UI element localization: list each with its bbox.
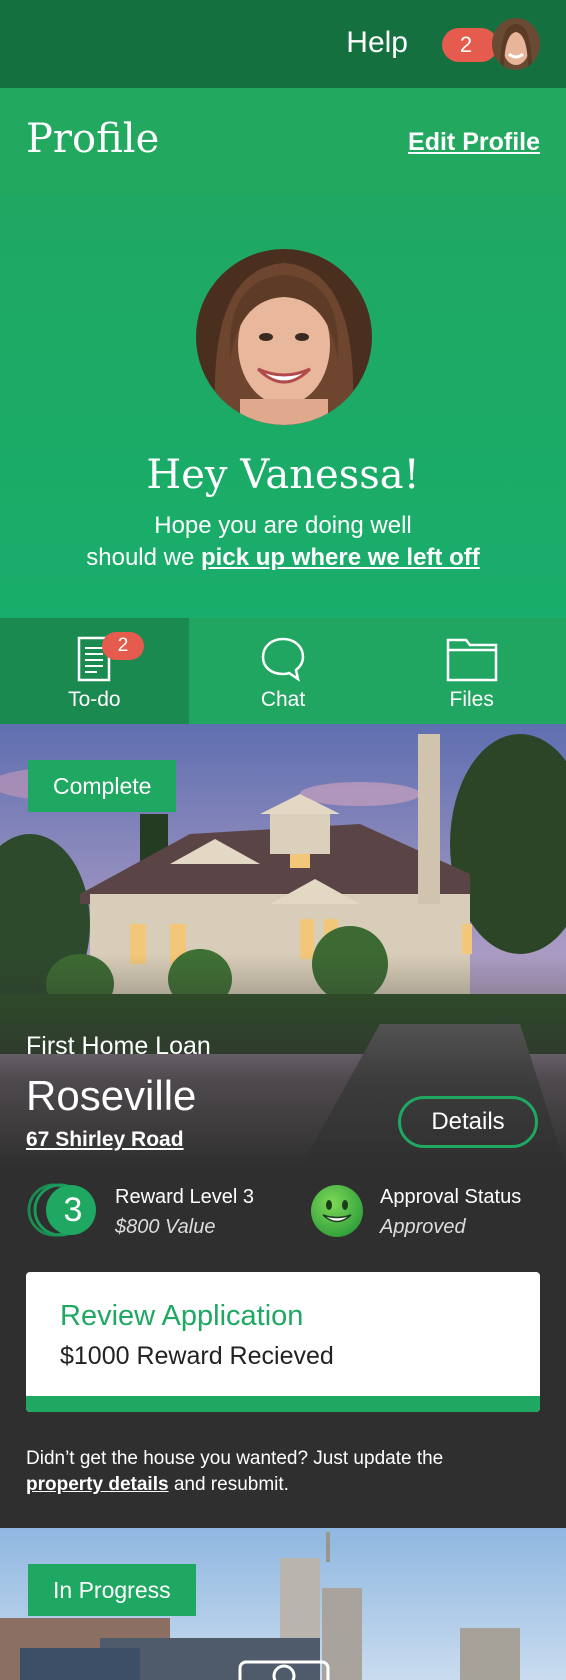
greeting-heading: Hey Vanessa! (146, 452, 420, 498)
reward-level-title: Reward Level 3 (115, 1186, 254, 1208)
property-details-link[interactable]: property details (26, 1474, 169, 1495)
status-badge-2: In Progress (28, 1564, 196, 1616)
application-card: Complete First Home Loan Roseville 67 Sh… (0, 724, 566, 1528)
reward-value: $800 Value (115, 1216, 216, 1238)
tab-chat[interactable]: Chat (189, 618, 378, 724)
details-button[interactable]: Details (398, 1096, 538, 1148)
approval-status-title: Approval Status (380, 1186, 522, 1208)
resubmit-note: Didn’t get the house you wanted? Just up… (26, 1446, 546, 1498)
greeting-line-2: should we pick up where we left off (0, 542, 566, 574)
notification-badge[interactable]: 2 (442, 28, 498, 62)
tab-chat-label: Chat (260, 688, 306, 711)
help-link[interactable]: Help (346, 26, 408, 60)
property-address-link[interactable]: 67 Shirley Road (26, 1128, 184, 1152)
tab-todo-label: To-do (68, 688, 121, 711)
loan-type: First Home Loan (26, 1032, 211, 1060)
application-card-2[interactable]: In Progress (0, 1528, 566, 1680)
folder-icon (446, 636, 498, 687)
tab-bar: 2 To-do Chat Files (0, 618, 566, 724)
profile-hero: Hey Vanessa! Hope you are doing well sho… (0, 194, 566, 618)
property-suburb: Roseville (26, 1072, 197, 1119)
tab-todo[interactable]: 2 To-do (0, 618, 189, 724)
approval-status-value: Approved (380, 1216, 466, 1238)
status-badge: Complete (28, 760, 177, 812)
chat-bubble-icon (260, 636, 306, 687)
greeting-line-2-prefix: should we (86, 544, 202, 571)
edit-profile-link[interactable]: Edit Profile (408, 128, 540, 157)
smiley-icon (310, 1184, 364, 1238)
reward-level-number: 3 (63, 1191, 83, 1229)
todo-count-badge: 2 (102, 632, 144, 660)
profile-header: Profile Edit Profile (0, 88, 566, 194)
top-bar: Help 2 (0, 0, 566, 88)
tab-files-label: Files (449, 688, 494, 711)
review-application-card[interactable]: Review Application $1000 Reward Recieved (26, 1272, 540, 1412)
review-progress-bar (26, 1396, 540, 1412)
review-subtitle: $1000 Reward Recieved (60, 1342, 334, 1370)
user-avatar[interactable] (492, 18, 540, 70)
note-suffix: and resubmit. (168, 1474, 289, 1495)
profile-photo[interactable] (196, 249, 372, 425)
page-title: Profile (26, 116, 160, 162)
review-title: Review Application (60, 1300, 304, 1332)
tab-files[interactable]: Files (377, 618, 566, 724)
resume-link[interactable]: pick up where we left off (201, 544, 480, 571)
note-prefix: Didn’t get the house you wanted? Just up… (26, 1448, 444, 1469)
greeting-line-1: Hope you are doing well (154, 512, 412, 539)
greeting-subtext: Hope you are doing well should we pick u… (0, 510, 566, 574)
